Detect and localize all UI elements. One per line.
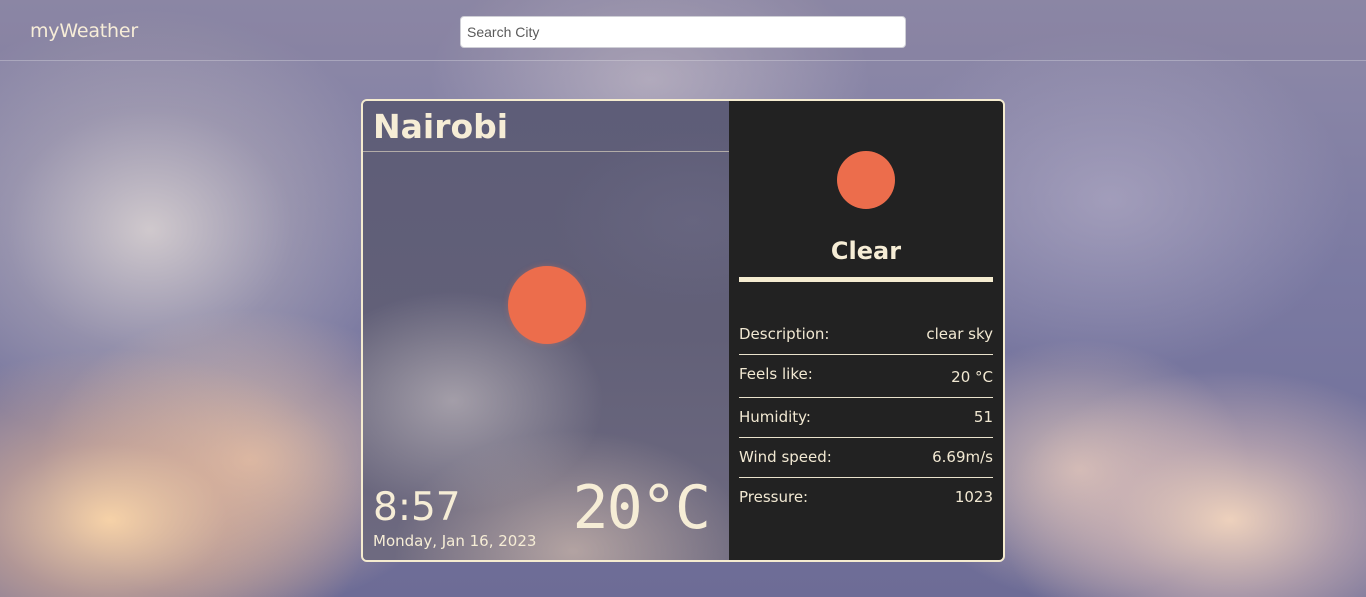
navbar: myWeather xyxy=(0,0,1366,61)
weather-details-panel: Clear Description: clear sky Feels like:… xyxy=(729,101,1003,560)
detail-value: 20 °C xyxy=(951,368,993,386)
current-temperature: 20°C xyxy=(572,473,711,543)
detail-label: Wind speed: xyxy=(739,448,832,466)
detail-row-pressure: Pressure: 1023 xyxy=(739,478,993,518)
detail-label: Pressure: xyxy=(739,488,809,506)
detail-row-wind-speed: Wind speed: 6.69m/s xyxy=(739,438,993,478)
detail-value: 51 xyxy=(973,408,993,426)
detail-label: Humidity: xyxy=(739,408,811,426)
weather-condition: Clear xyxy=(830,237,902,265)
detail-label: Description: xyxy=(739,325,830,343)
local-date: Monday, Jan 16, 2023 xyxy=(373,532,537,550)
current-weather-panel: Nairobi 8:57 Monday, Jan 16, 2023 20°C xyxy=(363,101,729,560)
brand-logo[interactable]: myWeather xyxy=(30,20,138,42)
local-time: 8:57 xyxy=(373,485,461,530)
detail-row-description: Description: clear sky xyxy=(739,315,993,355)
weather-card: Nairobi 8:57 Monday, Jan 16, 2023 20°C C… xyxy=(361,99,1005,562)
detail-label: Feels like: xyxy=(739,365,813,383)
divider xyxy=(739,277,993,282)
details-list: Description: clear sky Feels like: 20 °C… xyxy=(739,315,993,518)
detail-value: 1023 xyxy=(954,488,993,506)
sun-icon xyxy=(837,151,895,209)
city-header: Nairobi xyxy=(363,101,729,152)
detail-value: clear sky xyxy=(926,325,993,343)
detail-row-feels-like: Feels like: 20 °C xyxy=(739,355,993,398)
search-city-input[interactable] xyxy=(460,16,906,48)
detail-value: 6.69m/s xyxy=(932,448,993,466)
city-name: Nairobi xyxy=(373,107,509,146)
sun-icon xyxy=(508,266,586,344)
detail-row-humidity: Humidity: 51 xyxy=(739,398,993,438)
